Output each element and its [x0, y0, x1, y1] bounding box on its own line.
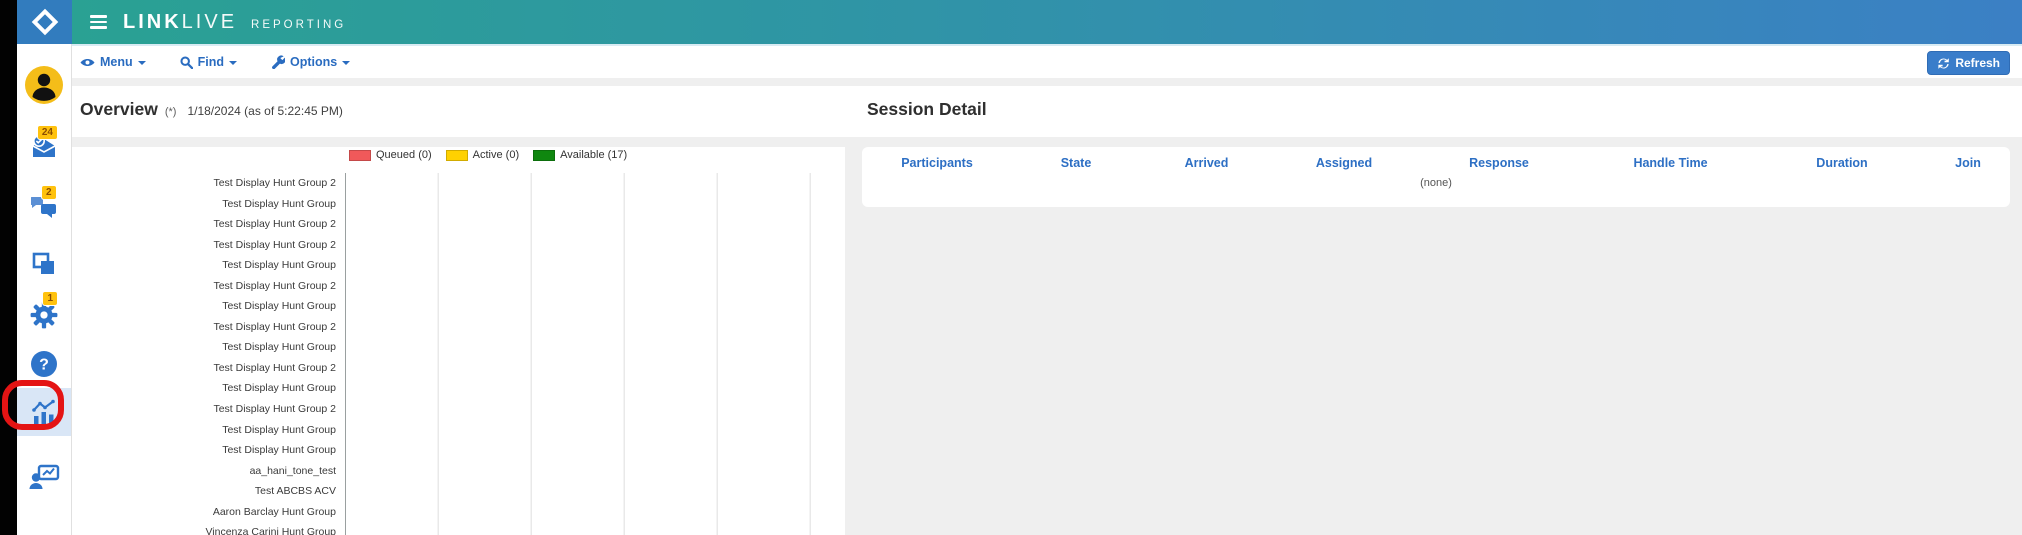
- sidebar-item-help[interactable]: ?: [17, 350, 71, 378]
- search-icon: [180, 56, 193, 69]
- hamburger-menu-icon[interactable]: [90, 15, 107, 29]
- column-header[interactable]: State: [1012, 156, 1140, 170]
- column-header[interactable]: Duration: [1758, 156, 1926, 170]
- legend-item: Queued (0): [349, 149, 432, 161]
- eye-icon: [80, 57, 95, 68]
- toolbar: Menu Find Options Refresh: [72, 44, 2022, 78]
- find-label: Find: [198, 55, 224, 69]
- sidebar-item-profile[interactable]: [17, 66, 71, 104]
- diamond-logo-icon: [31, 8, 59, 36]
- legend-item: Available (17): [533, 149, 627, 161]
- user-avatar-icon: [25, 66, 63, 104]
- hunt-group-label: Test Display Hunt Group 2: [72, 214, 345, 235]
- top-header-bar: LINK LIVE REPORTING: [72, 0, 2022, 44]
- hunt-group-label: Test Display Hunt Group: [72, 420, 345, 441]
- title-strip: Overview (*) 1/18/2024 (as of 5:22:45 PM…: [72, 86, 2022, 137]
- sidebar-item-windows[interactable]: [17, 250, 71, 278]
- hunt-group-label: Test Display Hunt Group: [72, 296, 345, 317]
- find-dropdown[interactable]: Find: [180, 55, 237, 69]
- session-table-header: Participants State Arrived Assigned Resp…: [862, 147, 2010, 170]
- legend-label: Queued (0): [376, 149, 432, 161]
- chevron-down-icon: [229, 61, 237, 65]
- hunt-group-label: Test Display Hunt Group: [72, 337, 345, 358]
- column-header[interactable]: Handle Time: [1583, 156, 1758, 170]
- reports-chart-icon: [29, 398, 59, 426]
- brand-reporting: REPORTING: [251, 19, 346, 31]
- chart-legend: Queued (0) Active (0) Available (17): [349, 149, 845, 161]
- settings-badge: 1: [42, 291, 58, 306]
- options-dropdown[interactable]: Options: [271, 55, 350, 69]
- chart-category-labels: Test Display Hunt Group 2 Test Display H…: [72, 173, 345, 535]
- session-detail-card: Participants State Arrived Assigned Resp…: [862, 147, 2010, 207]
- legend-swatch: [446, 150, 468, 161]
- overview-chart-card: Queued (0) Active (0) Available (17) Tes…: [72, 147, 845, 535]
- hunt-group-label: Test Display Hunt Group: [72, 255, 345, 276]
- menu-dropdown[interactable]: Menu: [80, 55, 146, 69]
- overview-heading: Overview (*) 1/18/2024 (as of 5:22:45 PM…: [80, 99, 343, 120]
- hunt-group-label: Test Display Hunt Group 2: [72, 358, 345, 379]
- hunt-group-label: Test Display Hunt Group 2: [72, 235, 345, 256]
- sidebar-item-settings[interactable]: 1: [17, 300, 71, 335]
- linklive-reporting-app: LINK LIVE REPORTING Menu Find: [0, 0, 2022, 535]
- hunt-group-label: Test Display Hunt Group: [72, 194, 345, 215]
- empty-table-message: (none): [862, 177, 2010, 189]
- overview-timestamp: 1/18/2024 (as of 5:22:45 PM): [187, 104, 342, 118]
- wrench-icon: [271, 55, 285, 69]
- hunt-group-chart: Test Display Hunt Group 2 Test Display H…: [72, 173, 845, 535]
- legend-label: Available (17): [560, 149, 627, 161]
- column-header[interactable]: Participants: [862, 156, 1012, 170]
- inbox-badge: 24: [37, 125, 58, 140]
- overview-flag: (*): [165, 106, 177, 118]
- separator-band: [72, 78, 2022, 86]
- legend-swatch: [349, 150, 371, 161]
- sidebar: 24 2: [17, 44, 72, 535]
- options-label: Options: [290, 55, 337, 69]
- session-detail-title: Session Detail: [867, 99, 987, 120]
- refresh-icon: [1937, 57, 1950, 70]
- column-header[interactable]: Response: [1415, 156, 1583, 170]
- hunt-group-label: Test Display Hunt Group 2: [72, 276, 345, 297]
- chevron-down-icon: [138, 61, 146, 65]
- screen-share-person-icon: [29, 464, 60, 491]
- chevron-down-icon: [342, 61, 350, 65]
- menu-label: Menu: [100, 55, 133, 69]
- brand-logo: LINK LIVE REPORTING: [123, 11, 346, 34]
- chart-plot-area: [345, 173, 845, 535]
- refresh-button[interactable]: Refresh: [1927, 51, 2010, 75]
- windows-icon: [30, 250, 58, 278]
- svg-text:?: ?: [39, 357, 49, 374]
- sidebar-item-inbox[interactable]: 24: [17, 134, 71, 167]
- column-header[interactable]: Arrived: [1140, 156, 1273, 170]
- app-logo[interactable]: [17, 0, 72, 44]
- overview-title: Overview: [80, 99, 158, 120]
- hunt-group-label: Test ABCBS ACV: [72, 481, 345, 502]
- hunt-group-label: Test Display Hunt Group: [72, 378, 345, 399]
- brand-link: LINK: [123, 11, 182, 34]
- legend-swatch: [533, 150, 555, 161]
- hunt-group-label: Test Display Hunt Group: [72, 440, 345, 461]
- hunt-group-label: Test Display Hunt Group 2: [72, 173, 345, 194]
- hunt-group-label: Vincenza Carini Hunt Group: [72, 522, 345, 535]
- left-black-strip: [0, 0, 17, 535]
- brand-live: LIVE: [182, 11, 237, 34]
- refresh-label: Refresh: [1955, 56, 2000, 70]
- column-header[interactable]: Assigned: [1273, 156, 1415, 170]
- sidebar-item-presentation[interactable]: [17, 464, 71, 491]
- column-header[interactable]: Join: [1926, 156, 2010, 170]
- legend-item: Active (0): [446, 149, 519, 161]
- hunt-group-label: aa_hani_tone_test: [72, 461, 345, 482]
- chat-badge: 2: [41, 185, 57, 200]
- hunt-group-label: Test Display Hunt Group 2: [72, 317, 345, 338]
- sidebar-item-chat[interactable]: 2: [17, 194, 71, 224]
- sidebar-item-reports[interactable]: [17, 398, 71, 426]
- hunt-group-label: Test Display Hunt Group 2: [72, 399, 345, 420]
- hunt-group-label: Aaron Barclay Hunt Group: [72, 502, 345, 523]
- help-icon: ?: [30, 350, 58, 378]
- legend-label: Active (0): [473, 149, 519, 161]
